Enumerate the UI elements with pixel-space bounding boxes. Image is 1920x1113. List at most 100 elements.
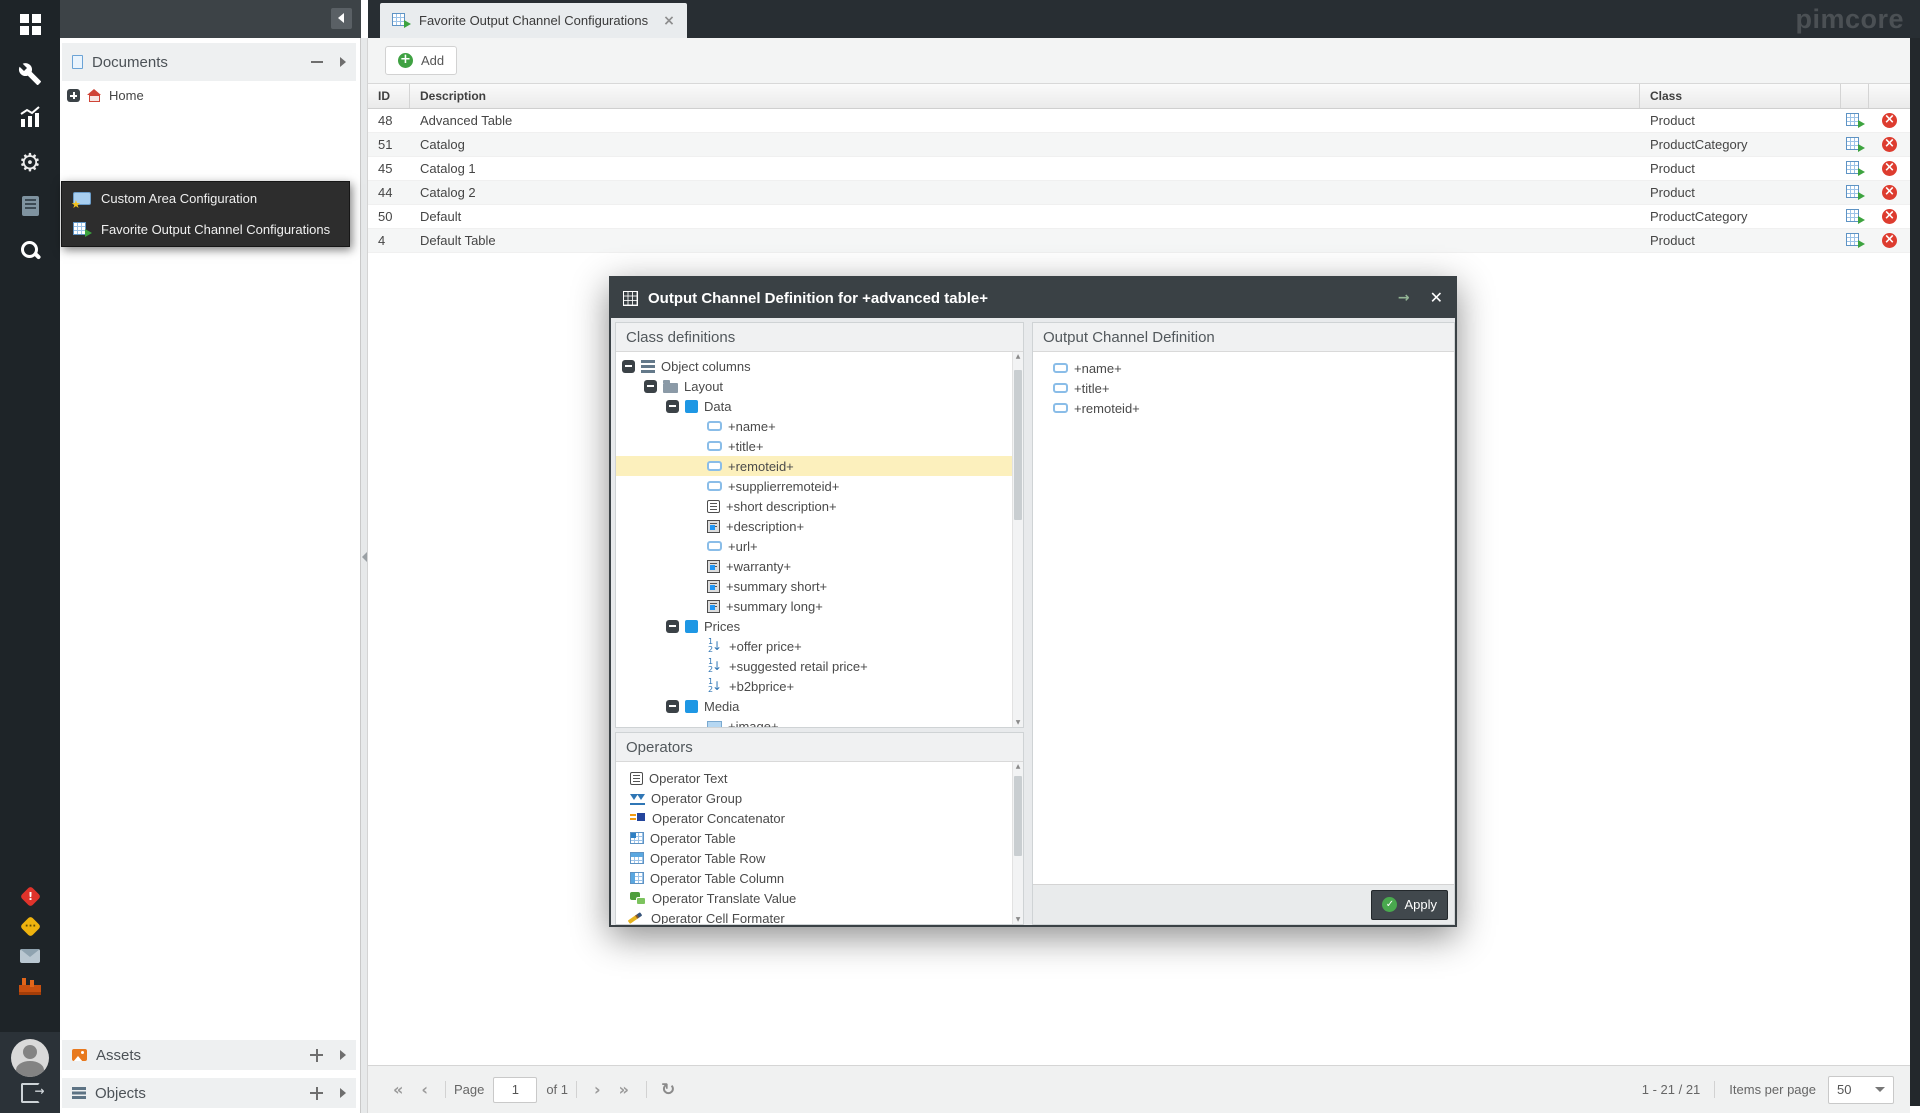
column-header-description[interactable]: Description bbox=[410, 84, 1640, 108]
class-tree-item[interactable]: Data bbox=[616, 396, 1012, 416]
objects-panel-header[interactable]: Objects bbox=[62, 1078, 356, 1108]
delete-configuration-action[interactable] bbox=[1869, 209, 1910, 224]
context-menu-item-1[interactable]: Favorite Output Channel Configurations bbox=[62, 214, 349, 245]
operator-item[interactable]: Operator Table Column bbox=[616, 868, 1012, 888]
grid-row-45[interactable]: 45Catalog 1Product bbox=[368, 157, 1910, 181]
operator-item[interactable]: Operator Concatenator bbox=[616, 808, 1012, 828]
add-icon[interactable] bbox=[310, 1087, 323, 1100]
operator-item[interactable]: Operator Text bbox=[616, 768, 1012, 788]
add-icon[interactable] bbox=[310, 1049, 323, 1062]
panel-splitter[interactable] bbox=[361, 38, 368, 1113]
expand-right-icon[interactable] bbox=[340, 1050, 346, 1060]
output-item[interactable]: +remoteid+ bbox=[1033, 398, 1454, 418]
collapse-minus-icon[interactable] bbox=[666, 400, 679, 413]
detach-arrow-icon[interactable]: → bbox=[1398, 291, 1410, 305]
class-tree-item[interactable]: +remoteid+ bbox=[616, 456, 1012, 476]
class-tree-item[interactable]: +image+ bbox=[616, 716, 1012, 727]
open-configuration-action[interactable] bbox=[1841, 161, 1869, 176]
column-header-id[interactable]: ID bbox=[368, 84, 410, 108]
grid-row-44[interactable]: 44Catalog 2Product bbox=[368, 181, 1910, 205]
output-item[interactable]: +title+ bbox=[1033, 378, 1454, 398]
class-tree-item[interactable]: +short description+ bbox=[616, 496, 1012, 516]
delete-configuration-action[interactable] bbox=[1869, 185, 1910, 200]
factory-button[interactable] bbox=[0, 968, 60, 1004]
context-menu-item-0[interactable]: ★Custom Area Configuration bbox=[62, 183, 349, 214]
next-page-icon[interactable]: › bbox=[585, 1080, 610, 1099]
class-tree-item[interactable]: Prices bbox=[616, 616, 1012, 636]
apply-button[interactable]: Apply bbox=[1371, 890, 1448, 920]
class-tree-item[interactable]: +description+ bbox=[616, 516, 1012, 536]
operator-item[interactable]: Operator Group bbox=[616, 788, 1012, 808]
expand-right-icon[interactable] bbox=[340, 57, 346, 67]
collapse-icon[interactable] bbox=[311, 61, 323, 63]
scrollbar-vertical[interactable] bbox=[1012, 352, 1023, 727]
class-tree-item[interactable]: +supplierremoteid+ bbox=[616, 476, 1012, 496]
tree-item-home[interactable]: Home bbox=[67, 88, 144, 103]
grid-row-50[interactable]: 50DefaultProductCategory bbox=[368, 205, 1910, 229]
user-profile-button[interactable] bbox=[0, 1038, 60, 1078]
collapse-minus-icon[interactable] bbox=[666, 620, 679, 633]
collapse-minus-icon[interactable] bbox=[622, 360, 635, 373]
delete-configuration-action[interactable] bbox=[1869, 113, 1910, 128]
scrollbar-vertical[interactable] bbox=[1012, 762, 1023, 924]
output-item[interactable]: +name+ bbox=[1033, 358, 1454, 378]
tab-favorite-output-channel-configurations[interactable]: Favorite Output Channel Configurations × bbox=[380, 3, 687, 38]
class-tree-item[interactable]: 12↓+suggested retail price+ bbox=[616, 656, 1012, 676]
dialog-title-bar[interactable]: Output Channel Definition for +advanced … bbox=[611, 278, 1455, 318]
settings-button[interactable]: ⚙ bbox=[0, 144, 60, 180]
previous-page-icon[interactable]: ‹ bbox=[412, 1080, 437, 1099]
marketing-button[interactable] bbox=[0, 100, 60, 136]
page-number-input[interactable] bbox=[493, 1077, 537, 1103]
delete-configuration-action[interactable] bbox=[1869, 137, 1910, 152]
last-page-icon[interactable]: » bbox=[610, 1080, 638, 1099]
class-tree-item[interactable]: Media bbox=[616, 696, 1012, 716]
class-tree-item[interactable]: +name+ bbox=[616, 416, 1012, 436]
refresh-icon[interactable]: ↻ bbox=[655, 1080, 681, 1100]
logout-button[interactable] bbox=[0, 1080, 60, 1106]
operator-item[interactable]: Operator Translate Value bbox=[616, 888, 1012, 908]
expand-right-icon[interactable] bbox=[340, 1088, 346, 1098]
grid-row-4[interactable]: 4Default TableProduct bbox=[368, 229, 1910, 253]
tab-close-icon[interactable]: × bbox=[663, 14, 675, 28]
delete-configuration-action[interactable] bbox=[1869, 233, 1910, 248]
scrollbar-thumb[interactable] bbox=[1014, 370, 1022, 520]
class-tree-item[interactable]: 12↓+b2bprice+ bbox=[616, 676, 1012, 696]
grid-row-48[interactable]: 48Advanced TableProduct bbox=[368, 109, 1910, 133]
class-tree-item[interactable]: +url+ bbox=[616, 536, 1012, 556]
collapse-minus-icon[interactable] bbox=[666, 700, 679, 713]
open-configuration-action[interactable] bbox=[1841, 209, 1869, 224]
search-button[interactable] bbox=[0, 232, 60, 268]
splitter-grip-icon[interactable] bbox=[362, 552, 367, 562]
class-tree-item[interactable]: +warranty+ bbox=[616, 556, 1012, 576]
main-menu-button[interactable] bbox=[0, 6, 60, 42]
operator-item[interactable]: Operator Table Row bbox=[616, 848, 1012, 868]
collapse-minus-icon[interactable] bbox=[644, 380, 657, 393]
reports-button[interactable] bbox=[0, 188, 60, 224]
tools-button[interactable] bbox=[0, 56, 60, 92]
grid-row-51[interactable]: 51CatalogProductCategory bbox=[368, 133, 1910, 157]
add-button[interactable]: Add bbox=[385, 46, 457, 75]
class-tree-item[interactable]: Object columns bbox=[616, 356, 1012, 376]
collapse-panel-button[interactable] bbox=[331, 8, 352, 29]
open-configuration-action[interactable] bbox=[1841, 233, 1869, 248]
scrollbar-thumb[interactable] bbox=[1014, 776, 1022, 856]
class-tree-item[interactable]: 12↓+offer price+ bbox=[616, 636, 1012, 656]
items-per-page-select[interactable]: 50 bbox=[1828, 1076, 1894, 1104]
open-configuration-action[interactable] bbox=[1841, 137, 1869, 152]
class-tree-item[interactable]: +title+ bbox=[616, 436, 1012, 456]
open-configuration-action[interactable] bbox=[1841, 113, 1869, 128]
open-configuration-action[interactable] bbox=[1841, 185, 1869, 200]
column-header-class[interactable]: Class bbox=[1640, 84, 1841, 108]
operator-item[interactable]: Operator Table bbox=[616, 828, 1012, 848]
expand-plus-icon[interactable] bbox=[67, 89, 80, 102]
operator-item[interactable]: Operator Cell Formater bbox=[616, 908, 1012, 924]
class-tree-item[interactable]: +summary short+ bbox=[616, 576, 1012, 596]
documents-panel-header[interactable]: Documents bbox=[62, 43, 356, 81]
assets-panel-header[interactable]: Assets bbox=[62, 1040, 356, 1070]
dialog-close-icon[interactable]: ✕ bbox=[1430, 290, 1443, 306]
delete-configuration-action[interactable] bbox=[1869, 161, 1910, 176]
class-tree-item[interactable]: +summary long+ bbox=[616, 596, 1012, 616]
class-tree-item-label: Layout bbox=[684, 379, 723, 394]
class-tree-item[interactable]: Layout bbox=[616, 376, 1012, 396]
first-page-icon[interactable]: « bbox=[384, 1080, 412, 1099]
